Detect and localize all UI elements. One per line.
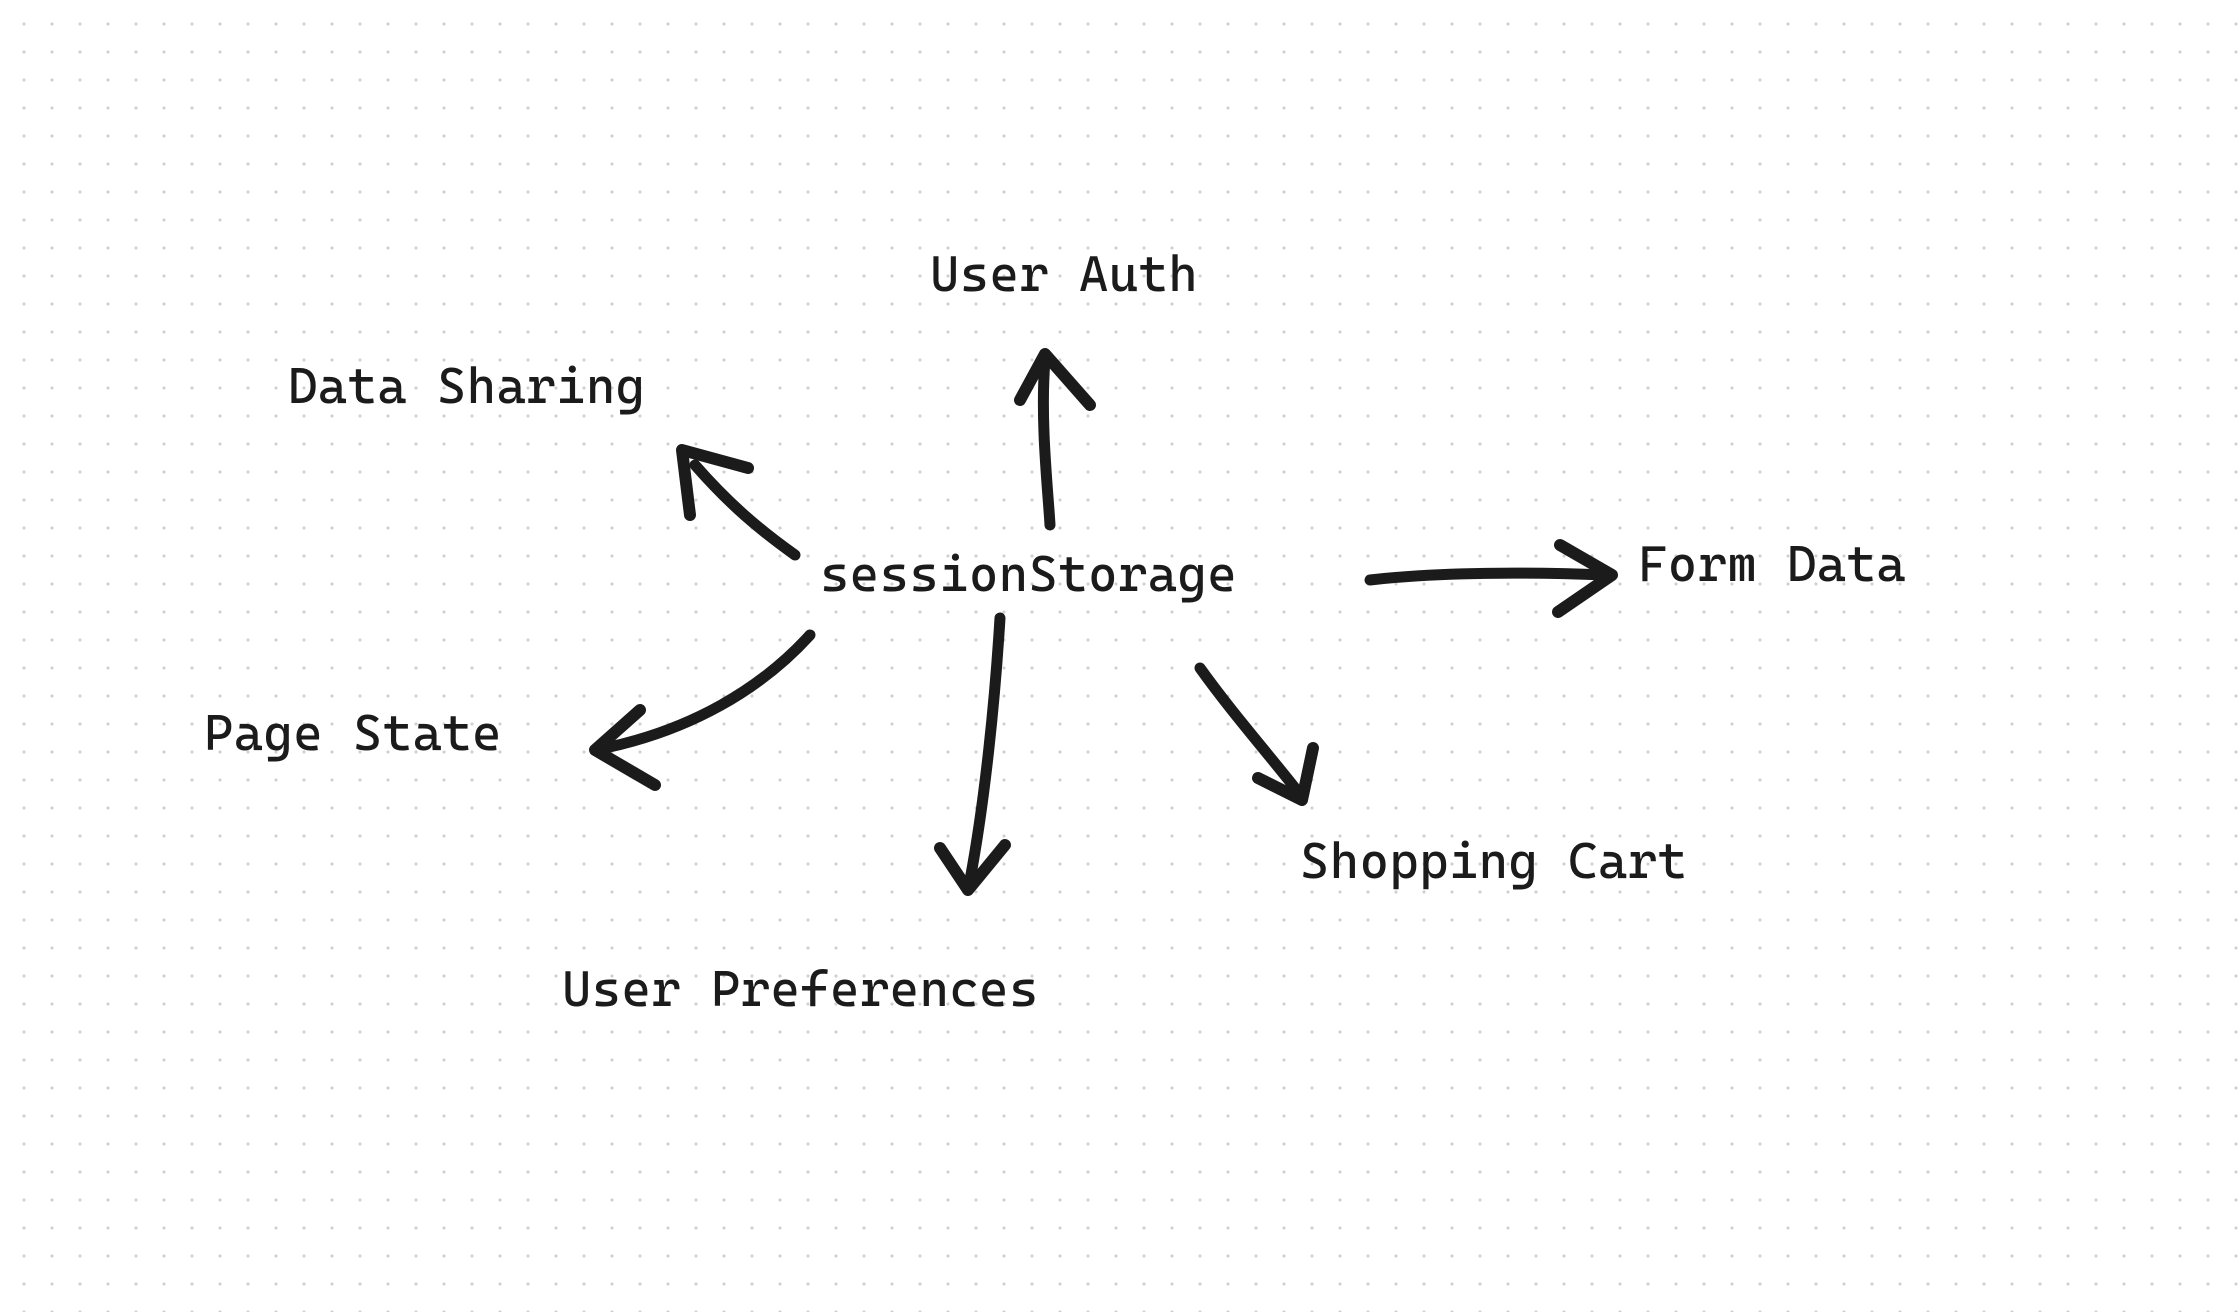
node-page-state: Page State (204, 704, 502, 762)
node-form-data: Form Data (1638, 535, 1906, 593)
arrow-to-data-sharing (682, 450, 795, 555)
diagram-canvas: sessionStorage User Auth Data Sharing Fo… (0, 0, 2240, 1312)
arrow-to-user-preferences (940, 618, 1005, 890)
arrow-to-page-state (595, 635, 810, 785)
node-sessionstorage: sessionStorage (820, 545, 1237, 603)
node-data-sharing: Data Sharing (288, 357, 646, 415)
arrow-to-user-auth (1020, 354, 1090, 525)
arrow-to-form-data (1370, 545, 1612, 612)
node-user-preferences: User Preferences (562, 960, 1039, 1018)
arrow-to-shopping-cart (1200, 668, 1313, 800)
node-user-auth: User Auth (930, 245, 1198, 303)
arrows-layer (0, 0, 2240, 1312)
node-shopping-cart: Shopping Cart (1300, 832, 1687, 890)
